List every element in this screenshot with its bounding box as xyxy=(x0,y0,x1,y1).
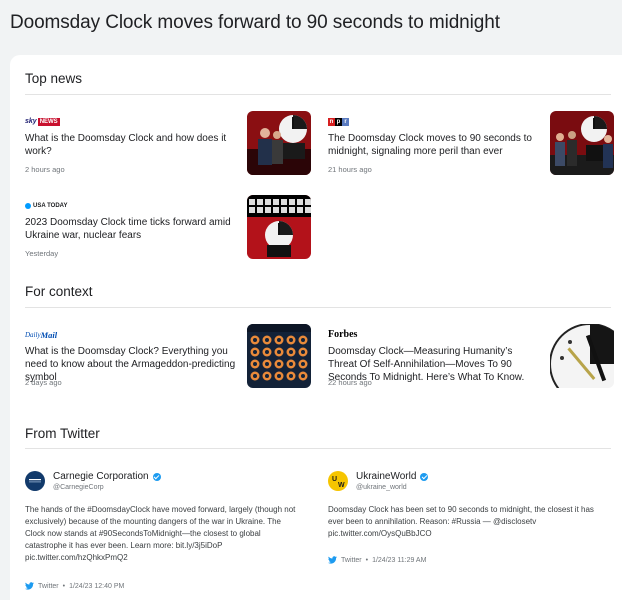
ukraineworld-avatar: U W xyxy=(328,471,348,491)
tweet-text: The hands of the #DoomsdayClock have mov… xyxy=(25,505,296,562)
article-time: 22 hours ago xyxy=(328,378,372,387)
carnegie-avatar xyxy=(25,471,45,491)
divider xyxy=(25,94,611,95)
article-time: Yesterday xyxy=(25,249,59,258)
divider xyxy=(25,448,611,449)
article-headline[interactable]: 2023 Doomsday Clock time ticks forward a… xyxy=(25,216,240,242)
article-time: 21 hours ago xyxy=(328,165,372,174)
tweet-card-carnegie[interactable]: Carnegie Corporation @CarnegieCorp The h… xyxy=(25,471,297,593)
article-headline[interactable]: What is the Doomsday Clock and how does … xyxy=(25,132,240,158)
article-thumbnail[interactable] xyxy=(247,324,311,388)
tweet-author[interactable]: UkraineWorld xyxy=(356,471,429,482)
tweet-handle[interactable]: @ukraine_world xyxy=(356,484,407,491)
sky-news-logo: sky NEWS xyxy=(25,117,60,126)
forbes-logo: Forbes xyxy=(328,329,358,340)
daily-mail-logo: Daily Mail xyxy=(25,329,58,340)
page-title: Doomsday Clock moves forward to 90 secon… xyxy=(10,12,500,33)
tweet-text: Doomsday Clock has been set to 90 second… xyxy=(328,505,594,538)
tweet-footer: Twitter • 1/24/23 11:29 AM xyxy=(328,556,426,564)
npr-logo: npr xyxy=(328,116,349,127)
divider xyxy=(25,307,611,308)
article-card-forbes[interactable]: Forbes Doomsday Clock—Measuring Humanity… xyxy=(328,324,614,397)
article-card-npr[interactable]: npr The Doomsday Clock moves to 90 secon… xyxy=(328,111,614,184)
verified-badge-icon xyxy=(420,472,429,481)
article-thumbnail[interactable] xyxy=(247,111,311,175)
section-title-for-context: For context xyxy=(25,284,93,299)
article-time: 2 days ago xyxy=(25,378,62,387)
article-thumbnail[interactable] xyxy=(247,195,311,259)
article-time: 2 hours ago xyxy=(25,165,65,174)
article-thumbnail[interactable] xyxy=(550,111,614,175)
tweet-footer: Twitter • 1/24/23 12:40 PM xyxy=(25,582,124,590)
svg-text:U: U xyxy=(332,476,337,483)
verified-badge-icon xyxy=(152,472,161,481)
section-title-from-twitter: From Twitter xyxy=(25,426,100,441)
twitter-bird-icon xyxy=(328,556,337,564)
svg-text:W: W xyxy=(338,482,345,489)
article-headline[interactable]: The Doomsday Clock moves to 90 seconds t… xyxy=(328,132,543,158)
tweet-author[interactable]: Carnegie Corporation xyxy=(53,471,161,482)
twitter-bird-icon xyxy=(25,582,34,590)
article-card-sky-news[interactable]: sky NEWS What is the Doomsday Clock and h… xyxy=(25,111,311,184)
article-card-usa-today[interactable]: USA TODAY 2023 Doomsday Clock time ticks… xyxy=(25,195,311,268)
tweet-handle[interactable]: @CarnegieCorp xyxy=(53,484,104,491)
usa-today-logo: USA TODAY xyxy=(25,200,67,211)
article-thumbnail[interactable] xyxy=(550,324,614,388)
tweet-card-ukraineworld[interactable]: U W UkraineWorld @ukraine_world Doomsday… xyxy=(328,471,600,571)
section-title-top-news: Top news xyxy=(25,71,83,86)
results-card: Top news sky NEWS What is the Doomsday Cl… xyxy=(10,55,622,600)
article-card-daily-mail[interactable]: Daily Mail What is the Doomsday Clock? Ev… xyxy=(25,324,311,397)
